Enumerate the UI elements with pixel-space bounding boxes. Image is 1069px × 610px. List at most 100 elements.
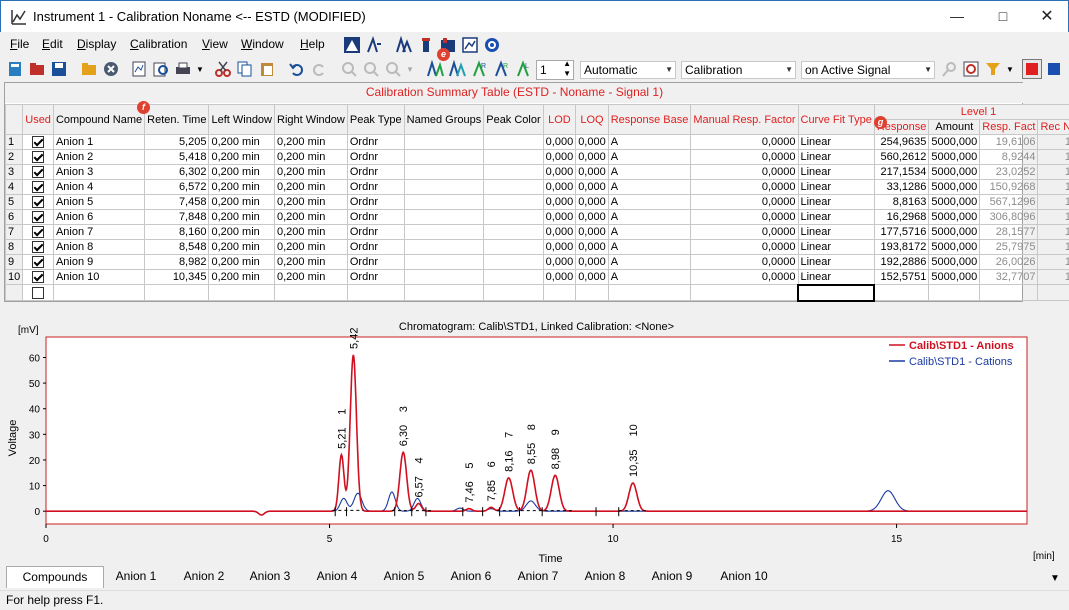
ret-time-cell[interactable]: 5,418: [145, 150, 209, 165]
response-cell[interactable]: 254,9635: [874, 135, 929, 150]
manual-resp-factor-cell[interactable]: 0,0000: [691, 150, 798, 165]
loq-cell[interactable]: 0,000: [576, 255, 609, 270]
peak-color-cell[interactable]: [484, 240, 543, 255]
compound-name-cell[interactable]: Anion 5: [53, 195, 144, 210]
print-icon[interactable]: [174, 60, 192, 78]
manual-resp-factor-cell[interactable]: 0,0000: [691, 240, 798, 255]
manual-resp-factor-cell[interactable]: 0,0000: [691, 225, 798, 240]
col-header[interactable]: Response Base: [608, 105, 691, 135]
empty-cell[interactable]: [209, 285, 275, 301]
lod-cell[interactable]: 0,000: [543, 240, 576, 255]
stepper-arrows-icon[interactable]: ▲▼: [563, 59, 571, 79]
used-cell[interactable]: [23, 180, 54, 195]
menu-display[interactable]: Display: [77, 37, 116, 51]
compound-name-cell[interactable]: Anion 8: [53, 240, 144, 255]
empty-cell[interactable]: [543, 285, 576, 301]
col-header[interactable]: Right Window: [275, 105, 348, 135]
mode-select[interactable]: Automatic▼: [580, 61, 676, 79]
table-row[interactable]: 10Anion 1010,3450,200 min0,200 minOrdnr0…: [6, 270, 1069, 285]
peak-type-cell[interactable]: Ordnr: [347, 135, 404, 150]
chromatogram-chart[interactable]: Chromatogram: Calib\STD1, Linked Calibra…: [0, 318, 1069, 566]
used-checkbox[interactable]: [32, 211, 44, 223]
peak-type-cell[interactable]: Ordnr: [347, 225, 404, 240]
close-doc-icon[interactable]: [102, 60, 120, 78]
col-header[interactable]: Named Groups: [404, 105, 484, 135]
ret-time-cell[interactable]: 8,160: [145, 225, 209, 240]
empty-cell[interactable]: [1038, 285, 1069, 301]
peak-type-cell[interactable]: Ordnr: [347, 270, 404, 285]
empty-cell[interactable]: [798, 285, 874, 301]
col-header[interactable]: Used: [23, 105, 54, 135]
right-window-cell[interactable]: 0,200 min: [275, 180, 348, 195]
target-icon[interactable]: [483, 36, 501, 54]
left-window-cell[interactable]: 0,200 min: [209, 225, 275, 240]
table-row[interactable]: 4Anion 46,5720,200 min0,200 minOrdnr0,00…: [6, 180, 1069, 195]
empty-cell[interactable]: [145, 285, 209, 301]
calib-peaks-icon[interactable]: [448, 60, 466, 78]
lod-cell[interactable]: 0,000: [543, 255, 576, 270]
col-header[interactable]: Compound Name: [53, 105, 144, 135]
amount-cell[interactable]: 5000,000: [929, 180, 980, 195]
new-icon[interactable]: [6, 60, 24, 78]
peak-color-cell[interactable]: [484, 225, 543, 240]
table-row[interactable]: 9Anion 98,9820,200 min0,200 minOrdnr0,00…: [6, 255, 1069, 270]
table-row[interactable]: 6Anion 67,8480,200 min0,200 minOrdnr0,00…: [6, 210, 1069, 225]
curve-fit-type-cell[interactable]: Linear: [798, 165, 874, 180]
empty-cell[interactable]: [980, 285, 1038, 301]
blue-color-toggle[interactable]: [1048, 63, 1060, 75]
compound-name-cell[interactable]: Anion 2: [53, 150, 144, 165]
compound-name-cell[interactable]: Anion 3: [53, 165, 144, 180]
minimize-button[interactable]: —: [934, 1, 980, 32]
manual-resp-factor-cell[interactable]: 0,0000: [691, 255, 798, 270]
curve-fit-type-cell[interactable]: Linear: [798, 180, 874, 195]
compound-name-cell[interactable]: Anion 4: [53, 180, 144, 195]
open-folder-icon[interactable]: [80, 60, 98, 78]
tab-anion-1[interactable]: Anion 1: [104, 566, 168, 588]
row-number[interactable]: 7: [6, 225, 23, 240]
right-window-cell[interactable]: 0,200 min: [275, 210, 348, 225]
named-groups-cell[interactable]: [404, 255, 484, 270]
used-checkbox[interactable]: [32, 271, 44, 283]
right-window-cell[interactable]: 0,200 min: [275, 225, 348, 240]
col-header[interactable]: Resp. Fact: [980, 120, 1038, 135]
curve-fit-type-cell[interactable]: Linear: [798, 225, 874, 240]
calib-peak-rr-icon[interactable]: R: [494, 60, 512, 78]
empty-cell[interactable]: [484, 285, 543, 301]
chart-icon[interactable]: [461, 36, 479, 54]
peak-type-cell[interactable]: Ordnr: [347, 255, 404, 270]
report-icon[interactable]: [130, 60, 148, 78]
peak-table-icon[interactable]: [395, 36, 413, 54]
peak-type-cell[interactable]: Ordnr: [347, 195, 404, 210]
tab-anion-2[interactable]: Anion 2: [172, 566, 236, 588]
peak-type-cell[interactable]: Ordnr: [347, 210, 404, 225]
curve-fit-type-cell[interactable]: Linear: [798, 240, 874, 255]
used-cell[interactable]: [23, 195, 54, 210]
used-cell[interactable]: [23, 210, 54, 225]
lod-cell[interactable]: 0,000: [543, 165, 576, 180]
right-window-cell[interactable]: 0,200 min: [275, 255, 348, 270]
peak-color-cell[interactable]: [484, 270, 543, 285]
right-window-cell[interactable]: 0,200 min: [275, 240, 348, 255]
calib-peak-r-icon[interactable]: R: [472, 60, 490, 78]
peak-color-cell[interactable]: [484, 210, 543, 225]
empty-cell[interactable]: [275, 285, 348, 301]
amount-cell[interactable]: 5000,000: [929, 240, 980, 255]
used-checkbox[interactable]: [32, 226, 44, 238]
filter-icon[interactable]: [984, 60, 1002, 78]
response-base-cell[interactable]: A: [608, 180, 691, 195]
empty-cell[interactable]: [576, 285, 609, 301]
response-cell[interactable]: 193,8172: [874, 240, 929, 255]
ret-time-cell[interactable]: 8,548: [145, 240, 209, 255]
manual-resp-factor-cell[interactable]: 0,0000: [691, 270, 798, 285]
amount-cell[interactable]: 5000,000: [929, 150, 980, 165]
lod-cell[interactable]: 0,000: [543, 210, 576, 225]
calib-peak-l-icon[interactable]: L: [516, 60, 534, 78]
response-cell[interactable]: 217,1534: [874, 165, 929, 180]
ret-time-cell[interactable]: 5,205: [145, 135, 209, 150]
red-color-toggle[interactable]: [1022, 59, 1042, 79]
empty-cell[interactable]: [929, 285, 980, 301]
col-header[interactable]: Manual Resp. Factor: [691, 105, 798, 135]
table-row[interactable]: 1Anion 15,2050,200 min0,200 minOrdnr0,00…: [6, 135, 1069, 150]
response-base-cell[interactable]: A: [608, 270, 691, 285]
peak-color-cell[interactable]: [484, 195, 543, 210]
